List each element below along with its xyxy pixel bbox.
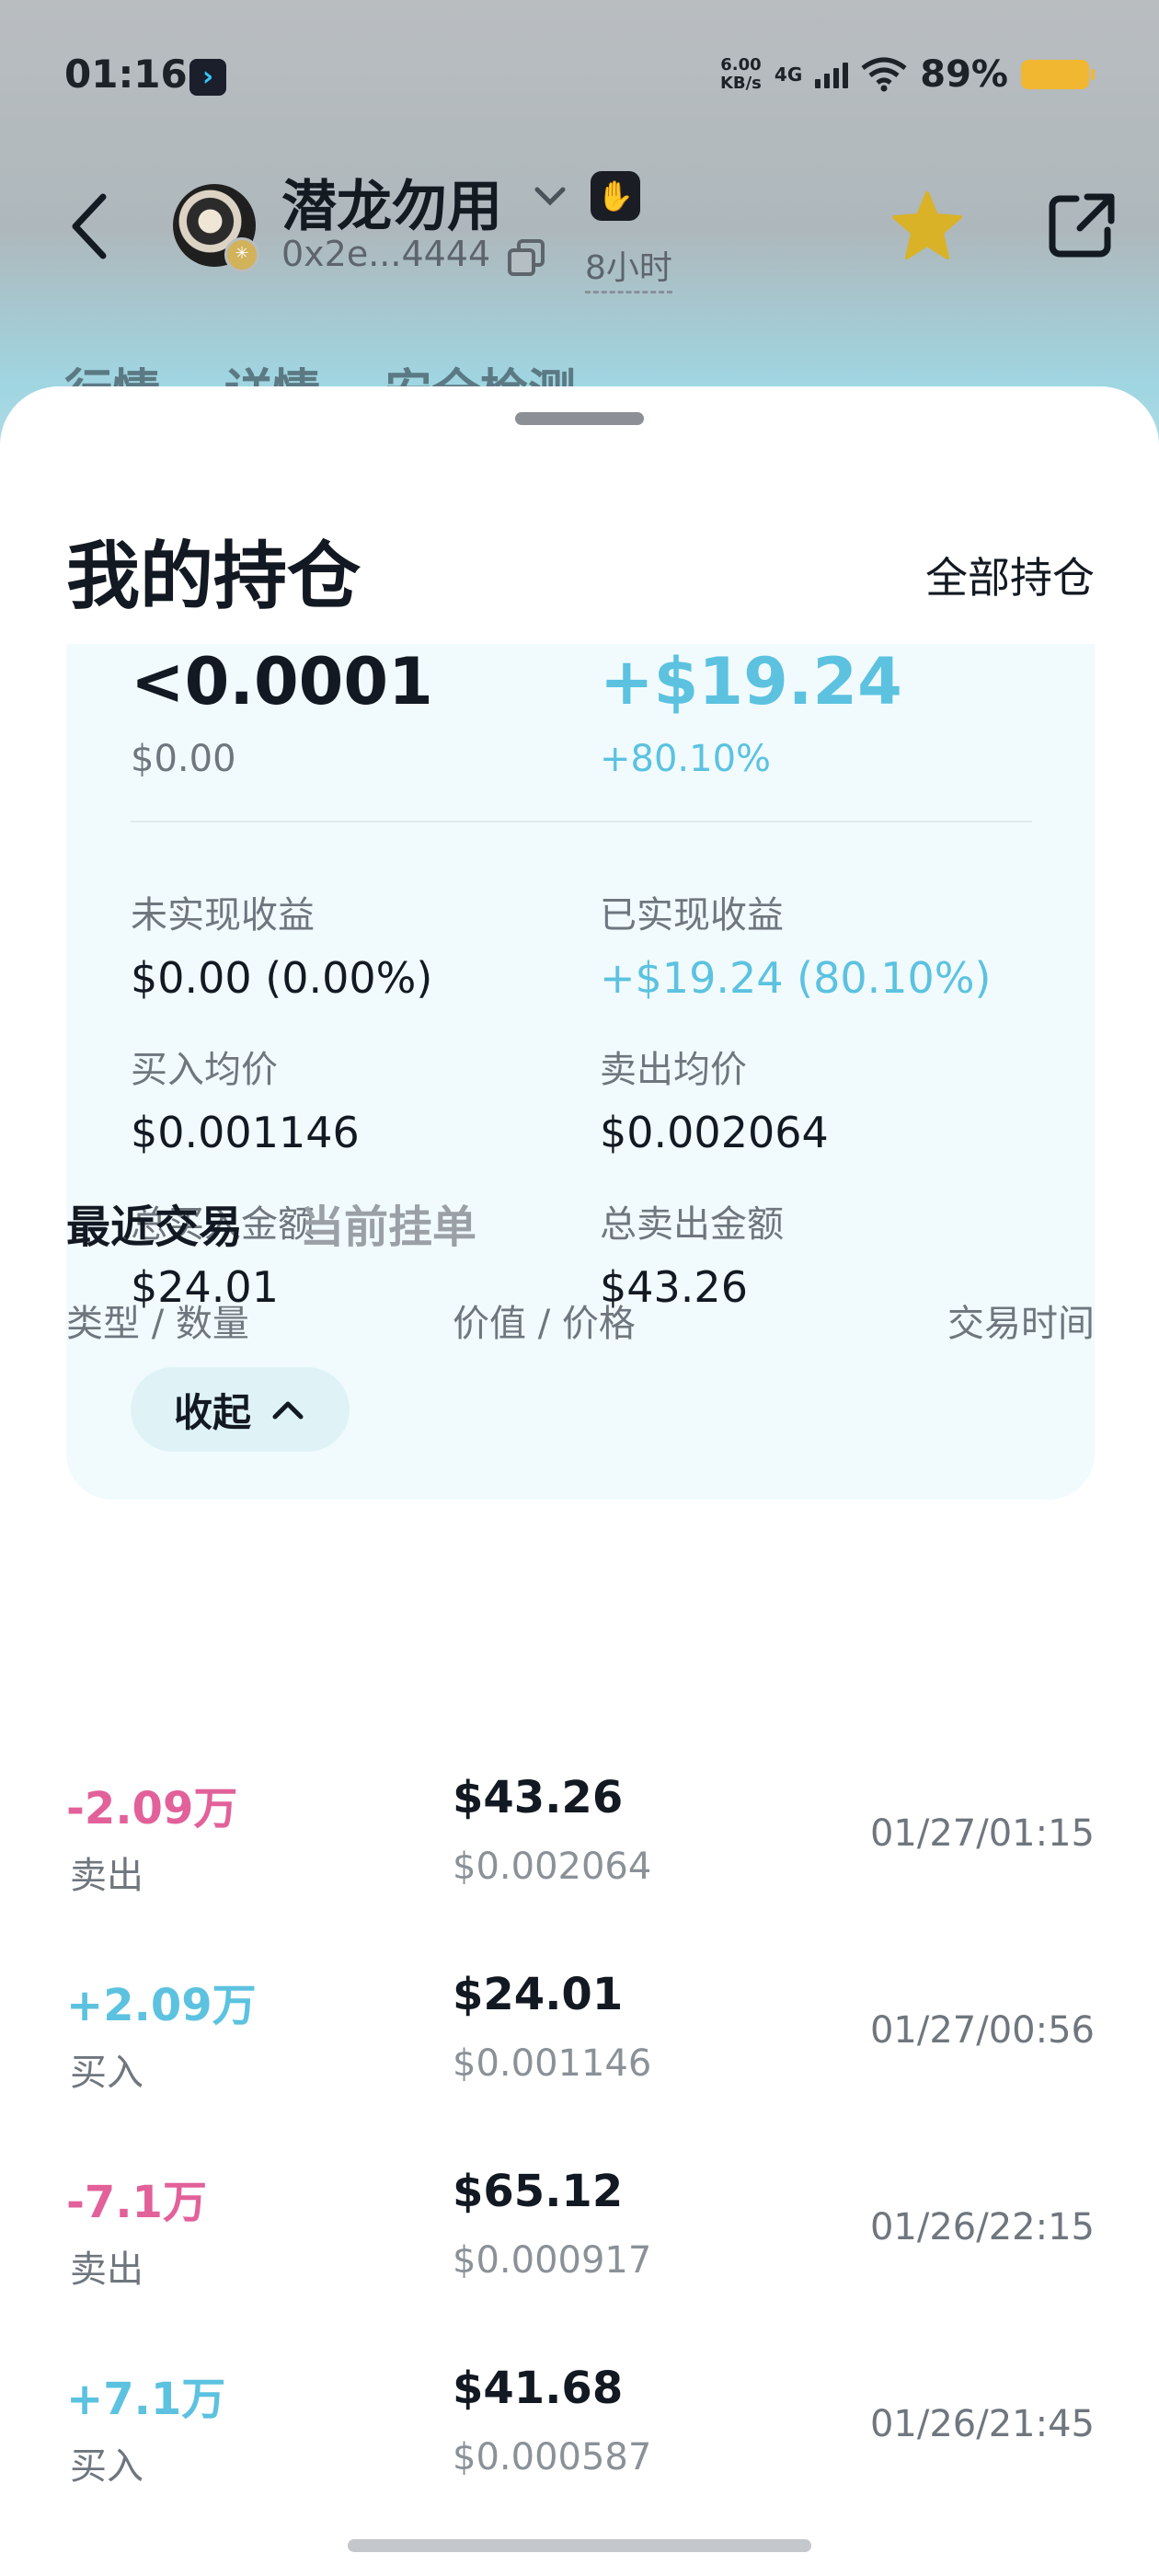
trade-price: $0.000587 bbox=[453, 2436, 652, 2478]
unrealized-label: 未实现收益 bbox=[131, 894, 315, 937]
status-indicators: 6.00 KB/s 4G 89% bbox=[720, 53, 1095, 96]
home-indicator[interactable] bbox=[348, 2539, 811, 2552]
chevron-up-icon bbox=[272, 1401, 304, 1420]
token-age: 8小时 bbox=[585, 241, 672, 293]
trade-row[interactable]: +7.1万 买入 $41.68 $0.000587 01/26/21:45 bbox=[0, 2363, 1159, 2559]
chevron-left-icon bbox=[72, 193, 107, 259]
collapse-button[interactable]: 收起 bbox=[131, 1367, 350, 1452]
trade-tabs: 最近交易 当前挂单 bbox=[66, 1190, 476, 1255]
column-value-price: 价值 / 价格 bbox=[453, 1303, 636, 1345]
share-icon[interactable] bbox=[1045, 190, 1119, 263]
column-type-qty: 类型 / 数量 bbox=[66, 1303, 249, 1345]
trade-qty: -2.09万 bbox=[66, 1783, 238, 1834]
trade-row[interactable]: -7.1万 卖出 $65.12 $0.000917 01/26/22:15 bbox=[0, 2166, 1159, 2363]
all-holdings-link[interactable]: 全部持仓 bbox=[925, 545, 1095, 605]
trade-side: 买入 bbox=[70, 2445, 143, 2488]
platform-icon: ✋ bbox=[591, 171, 640, 221]
column-time: 交易时间 bbox=[947, 1303, 1095, 1345]
copy-icon[interactable] bbox=[506, 237, 546, 278]
trade-price: $0.001146 bbox=[453, 2042, 652, 2085]
chain-badge-icon: ✳ bbox=[224, 237, 259, 272]
position-card: <0.0001 $0.00 +$19.24 +80.10% 未实现收益 $0.0… bbox=[66, 644, 1095, 1500]
total-sell-label: 总卖出金额 bbox=[600, 1203, 784, 1246]
status-time: 01:16 bbox=[64, 52, 188, 97]
trade-price: $0.002064 bbox=[453, 1846, 652, 1888]
net-speed-unit: KB/s bbox=[719, 74, 762, 93]
trade-side: 买入 bbox=[70, 2052, 143, 2094]
pnl-percent: +80.10% bbox=[600, 738, 772, 780]
drag-handle[interactable] bbox=[515, 412, 644, 425]
network-type: 4G bbox=[774, 63, 803, 86]
battery-icon bbox=[1021, 60, 1095, 89]
unrealized-value: $0.00 (0.00%) bbox=[131, 953, 433, 1003]
trade-row[interactable]: +2.09万 买入 $24.01 $0.001146 01/27/00:56 bbox=[0, 1969, 1159, 2166]
avg-buy-label: 买入均价 bbox=[131, 1049, 278, 1091]
trade-side: 卖出 bbox=[70, 2248, 143, 2291]
trade-qty: +2.09万 bbox=[66, 1980, 257, 2031]
realized-value: +$19.24 (80.10%) bbox=[600, 953, 992, 1003]
trade-side: 卖出 bbox=[70, 1855, 143, 1897]
token-name[interactable]: 潜龙勿用 bbox=[281, 162, 502, 242]
arrow-app-icon: › bbox=[189, 59, 226, 96]
trade-value: $65.12 bbox=[453, 2166, 624, 2217]
token-address: 0x2e...4444 bbox=[281, 234, 491, 274]
net-speed: 6.00 KB/s bbox=[720, 56, 762, 93]
favorite-star-icon[interactable] bbox=[889, 188, 966, 265]
wifi-icon bbox=[861, 57, 907, 92]
trade-qty: -7.1万 bbox=[66, 2177, 207, 2228]
trade-time: 01/26/22:15 bbox=[869, 2206, 1095, 2248]
battery-percent: 89% bbox=[920, 53, 1008, 96]
pnl-amount: +$19.24 bbox=[600, 644, 902, 719]
tab-open-orders[interactable]: 当前挂单 bbox=[300, 1190, 476, 1255]
chevron-down-icon[interactable] bbox=[532, 182, 568, 210]
status-bar: 01:16 › 6.00 KB/s 4G 89% bbox=[0, 0, 1159, 156]
trade-time: 01/27/00:56 bbox=[869, 2009, 1095, 2052]
back-button[interactable] bbox=[63, 190, 118, 263]
signal-icon bbox=[815, 61, 849, 88]
divider bbox=[131, 821, 1032, 822]
trade-value: $24.01 bbox=[453, 1969, 624, 2020]
balance-amount: <0.0001 bbox=[131, 644, 433, 719]
avg-buy-value: $0.001146 bbox=[131, 1108, 360, 1157]
avg-sell-value: $0.002064 bbox=[600, 1108, 829, 1157]
tab-recent-trades[interactable]: 最近交易 bbox=[66, 1190, 243, 1255]
trade-row[interactable]: -2.09万 卖出 $43.26 $0.002064 01/27/01:15 bbox=[0, 1772, 1159, 1969]
balance-value: $0.00 bbox=[131, 738, 236, 780]
trade-price: $0.000917 bbox=[453, 2239, 652, 2282]
collapse-label: 收起 bbox=[173, 1389, 251, 1435]
trade-time: 01/26/21:45 bbox=[869, 2403, 1095, 2445]
trade-value: $43.26 bbox=[453, 1772, 624, 1823]
sheet-title: 我的持仓 bbox=[66, 534, 361, 619]
realized-label: 已实现收益 bbox=[600, 894, 784, 937]
trade-qty: +7.1万 bbox=[66, 2374, 226, 2425]
trade-time: 01/27/01:15 bbox=[869, 1812, 1095, 1855]
trade-value: $41.68 bbox=[453, 2363, 624, 2414]
net-speed-value: 6.00 bbox=[720, 55, 762, 75]
avg-sell-label: 卖出均价 bbox=[600, 1049, 747, 1091]
